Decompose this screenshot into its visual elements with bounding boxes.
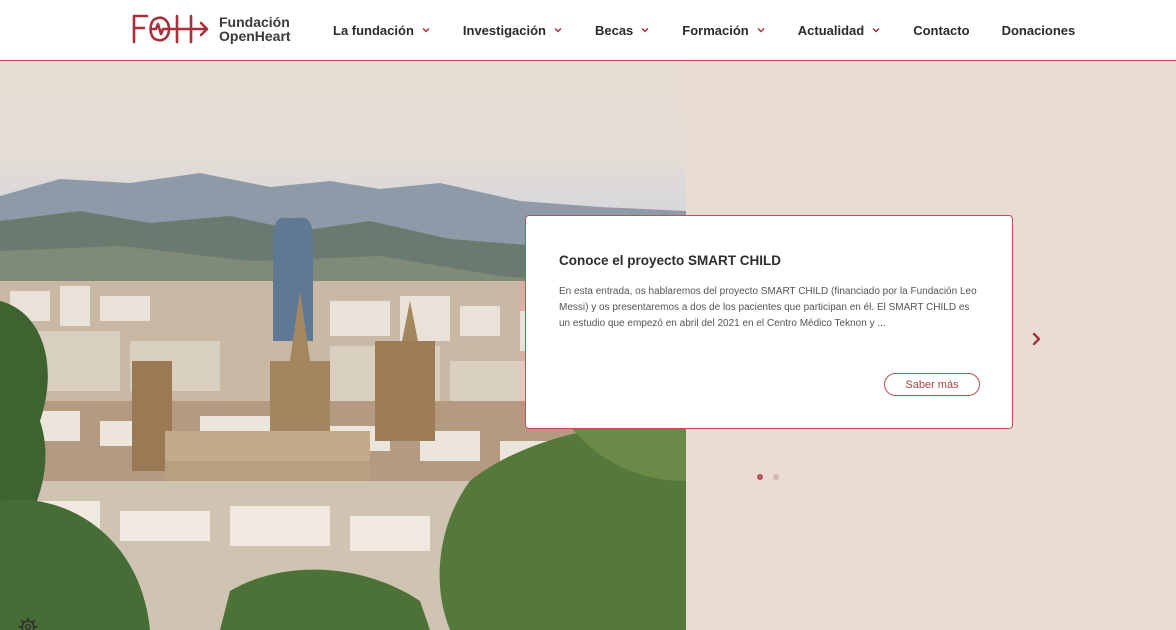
nav-item-donaciones[interactable]: Donaciones: [1002, 23, 1076, 38]
nav-label: Contacto: [913, 22, 970, 38]
nav-label: Formación: [682, 22, 749, 38]
foh-logo-mark: [132, 14, 209, 44]
chevron-down-icon: [422, 27, 430, 33]
nav-label: Investigación: [462, 22, 546, 38]
nav-item-contacto[interactable]: Contacto: [913, 23, 969, 38]
main-nav: La fundación Investigación Becas Formaci…: [333, 0, 1075, 60]
chevron-right-icon[interactable]: [1030, 331, 1044, 347]
chevron-down-icon: [757, 27, 765, 33]
site-header: Fundación OpenHeart La fundación Investi…: [0, 0, 1176, 61]
chevron-down-icon: [554, 27, 562, 33]
chevron-down-icon: [872, 27, 880, 33]
nav-label: Becas: [594, 22, 634, 38]
saber-mas-button[interactable]: Saber más: [884, 373, 980, 396]
nav-item-becas[interactable]: Becas: [595, 23, 649, 38]
nav-item-investigacion[interactable]: Investigación: [463, 23, 562, 38]
gear-icon[interactable]: [18, 617, 38, 630]
logo-line-1: Fundación: [219, 14, 290, 30]
carousel-dot-2[interactable]: [773, 474, 779, 480]
carousel-dot-1[interactable]: [757, 474, 763, 480]
slide-title[interactable]: Conoce el proyecto SMART CHILD: [559, 253, 781, 268]
nav-item-la-fundacion[interactable]: La fundación: [333, 23, 430, 38]
site-logo[interactable]: Fundación OpenHeart: [131, 12, 291, 46]
slide-card: Conoce el proyecto SMART CHILD En esta e…: [525, 215, 1013, 429]
nav-label: Actualidad: [797, 22, 865, 38]
logo-wordmark: Fundación OpenHeart: [219, 15, 291, 43]
logo-line-2: OpenHeart: [219, 28, 291, 44]
nav-label: La fundación: [333, 22, 414, 38]
carousel-dots: [757, 474, 789, 480]
nav-item-formacion[interactable]: Formación: [682, 22, 765, 38]
chevron-down-icon: [641, 27, 649, 33]
slide-excerpt: En esta entrada, os hablaremos del proye…: [559, 286, 977, 329]
nav-item-actualidad[interactable]: Actualidad: [798, 23, 880, 38]
nav-label: Donaciones: [1001, 22, 1076, 38]
